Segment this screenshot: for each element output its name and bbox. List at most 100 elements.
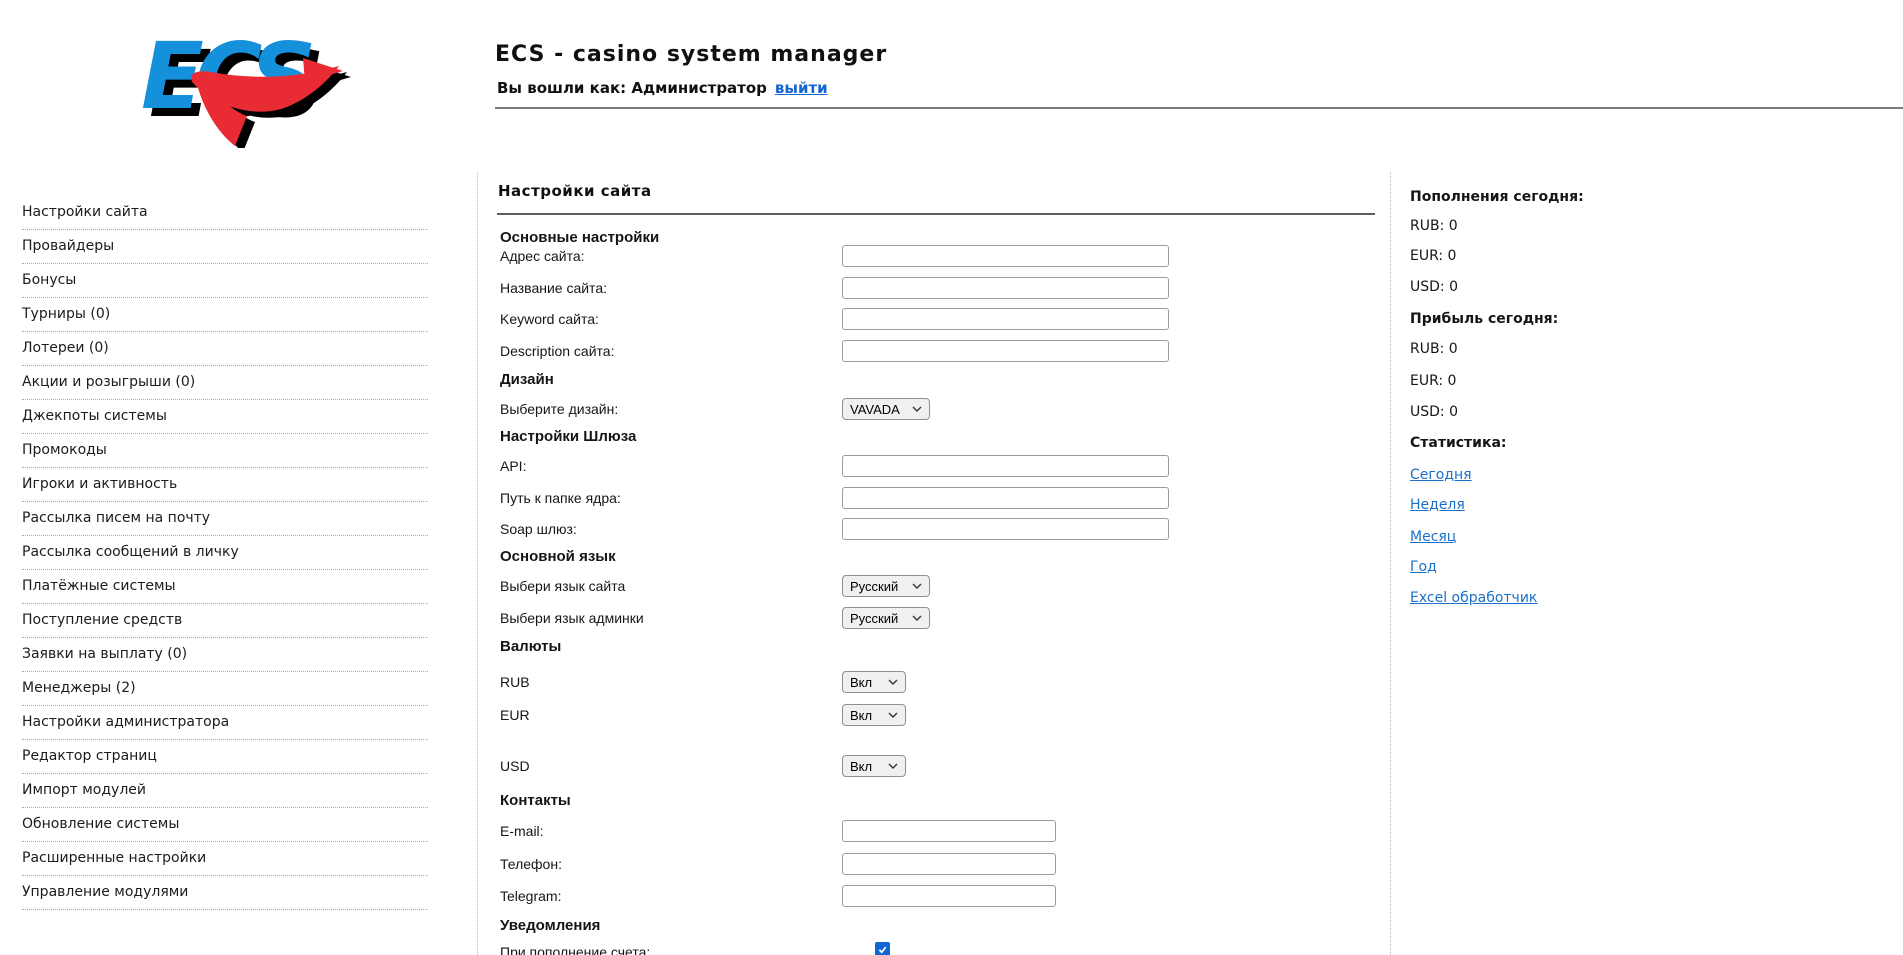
right-content-separator — [1390, 172, 1391, 955]
ecs-logo: ECS ECS — [141, 23, 351, 148]
row-soap-gateway: Soap шлюз: — [500, 518, 1380, 540]
sidebar-item-page-editor[interactable]: Редактор страниц — [22, 740, 428, 774]
sidebar-item-tournaments[interactable]: Турниры (0) — [22, 298, 428, 332]
rub-select[interactable]: Вкл — [842, 671, 906, 693]
admin-language-value: Русский — [850, 610, 899, 626]
check-icon — [878, 946, 887, 954]
admin-page: ECS ECS ECS - casino system manager Вы в… — [0, 0, 1903, 955]
sidebar-item-providers[interactable]: Провайдеры — [22, 230, 428, 264]
row-currency-eur: EUR Вкл — [500, 704, 1380, 726]
sidebar-item-payment-systems[interactable]: Платёжные системы — [22, 570, 428, 604]
row-design-select: Выберите дизайн: VAVADA — [500, 398, 1380, 420]
section-contacts: Контакты — [500, 792, 571, 809]
form-title: Настройки сайта — [498, 182, 652, 200]
deposits-usd: USD: 0 — [1410, 279, 1458, 295]
site-language-select[interactable]: Русский — [842, 575, 930, 597]
telegram-field[interactable] — [842, 885, 1056, 907]
sidebar-item-advanced-settings[interactable]: Расширенные настройки — [22, 842, 428, 876]
row-currency-usd: USD Вкл — [500, 755, 1380, 777]
row-telegram: Telegram: — [500, 885, 1380, 907]
chevron-down-icon — [912, 615, 922, 621]
sidebar-item-jackpots[interactable]: Джекпоты системы — [22, 400, 428, 434]
profit-eur: EUR: 0 — [1410, 373, 1457, 389]
api-input[interactable] — [842, 455, 1169, 477]
soap-gateway-input[interactable] — [842, 518, 1169, 540]
api-label: API: — [500, 458, 527, 474]
header-divider — [495, 107, 1903, 109]
deposits-today-title: Пополнения сегодня: — [1410, 189, 1584, 205]
site-keyword-input[interactable] — [842, 308, 1169, 330]
rub-label: RUB — [500, 674, 530, 690]
sidebar-item-promocodes[interactable]: Промокоды — [22, 434, 428, 468]
soap-gateway-label: Soap шлюз: — [500, 521, 577, 537]
row-admin-language: Выбери язык админки Русский — [500, 607, 1380, 629]
profit-usd: USD: 0 — [1410, 404, 1458, 420]
site-language-value: Русский — [850, 578, 899, 594]
section-gateway: Настройки Шлюза — [500, 428, 637, 445]
row-site-language: Выбери язык сайта Русский — [500, 575, 1380, 597]
row-site-name: Название сайта: — [500, 277, 1380, 299]
site-name-input[interactable] — [842, 277, 1169, 299]
stats-link-year[interactable]: Год — [1410, 559, 1437, 575]
stats-link-week[interactable]: Неделя — [1410, 497, 1465, 513]
site-address-input[interactable] — [842, 245, 1169, 267]
chevron-down-icon — [912, 583, 922, 589]
left-content-separator — [477, 172, 478, 955]
sidebar-item-promotions[interactable]: Акции и розыгрыши (0) — [22, 366, 428, 400]
admin-language-select[interactable]: Русский — [842, 607, 930, 629]
stats-link-month[interactable]: Месяц — [1410, 529, 1456, 545]
design-select[interactable]: VAVADA — [842, 398, 930, 420]
site-language-label: Выбери язык сайта — [500, 578, 626, 594]
phone-field[interactable] — [842, 853, 1056, 875]
stats-link-excel[interactable]: Excel обработчик — [1410, 590, 1537, 606]
chevron-down-icon — [888, 763, 898, 769]
deposit-notify-label: При пополнение счета: — [500, 944, 651, 955]
deposit-notify-checkbox[interactable] — [875, 942, 890, 955]
section-design: Дизайн — [500, 371, 554, 388]
sidebar: Настройки сайта Провайдеры Бонусы Турнир… — [22, 196, 428, 910]
phone-label: Телефон: — [500, 856, 562, 872]
sidebar-item-email-mailing[interactable]: Рассылка писем на почту — [22, 502, 428, 536]
email-field[interactable] — [842, 820, 1056, 842]
sidebar-item-module-import[interactable]: Импорт модулей — [22, 774, 428, 808]
rub-value: Вкл — [850, 674, 873, 690]
sidebar-item-pm-mailing[interactable]: Рассылка сообщений в личку — [22, 536, 428, 570]
chevron-down-icon — [888, 679, 898, 685]
usd-value: Вкл — [850, 758, 873, 774]
sidebar-item-lotteries[interactable]: Лотереи (0) — [22, 332, 428, 366]
row-site-address: Адрес сайта: — [500, 245, 1380, 267]
core-path-label: Путь к папке ядра: — [500, 490, 621, 506]
sidebar-item-site-settings[interactable]: Настройки сайта — [22, 196, 428, 230]
profit-rub: RUB: 0 — [1410, 341, 1458, 357]
sidebar-item-managers[interactable]: Менеджеры (2) — [22, 672, 428, 706]
profit-today-title: Прибыль сегодня: — [1410, 311, 1559, 327]
row-currency-rub: RUB Вкл — [500, 671, 1380, 693]
form-title-divider — [497, 213, 1375, 215]
page-title: ECS - casino system manager — [495, 42, 888, 67]
eur-select[interactable]: Вкл — [842, 704, 906, 726]
sidebar-item-incoming-funds[interactable]: Поступление средств — [22, 604, 428, 638]
sidebar-item-module-management[interactable]: Управление модулями — [22, 876, 428, 910]
row-core-path: Путь к папке ядра: — [500, 487, 1380, 509]
core-path-input[interactable] — [842, 487, 1169, 509]
sidebar-item-bonuses[interactable]: Бонусы — [22, 264, 428, 298]
eur-value: Вкл — [850, 707, 873, 723]
site-name-label: Название сайта: — [500, 280, 607, 296]
sidebar-item-system-update[interactable]: Обновление системы — [22, 808, 428, 842]
section-language: Основной язык — [500, 548, 616, 565]
email-label: E-mail: — [500, 823, 544, 839]
row-api: API: — [500, 455, 1380, 477]
site-description-label: Description сайта: — [500, 343, 615, 359]
telegram-label: Telegram: — [500, 888, 562, 904]
site-description-input[interactable] — [842, 340, 1169, 362]
sidebar-item-payout-requests[interactable]: Заявки на выплату (0) — [22, 638, 428, 672]
design-select-label: Выберите дизайн: — [500, 401, 619, 417]
row-deposit-notify: При пополнение счета: — [500, 941, 1380, 955]
sidebar-item-players[interactable]: Игроки и активность — [22, 468, 428, 502]
stats-link-today[interactable]: Сегодня — [1410, 467, 1472, 483]
logout-link[interactable]: выйти — [775, 79, 828, 97]
row-site-description: Description сайта: — [500, 340, 1380, 362]
usd-select[interactable]: Вкл — [842, 755, 906, 777]
usd-label: USD — [500, 758, 530, 774]
sidebar-item-admin-settings[interactable]: Настройки администратора — [22, 706, 428, 740]
